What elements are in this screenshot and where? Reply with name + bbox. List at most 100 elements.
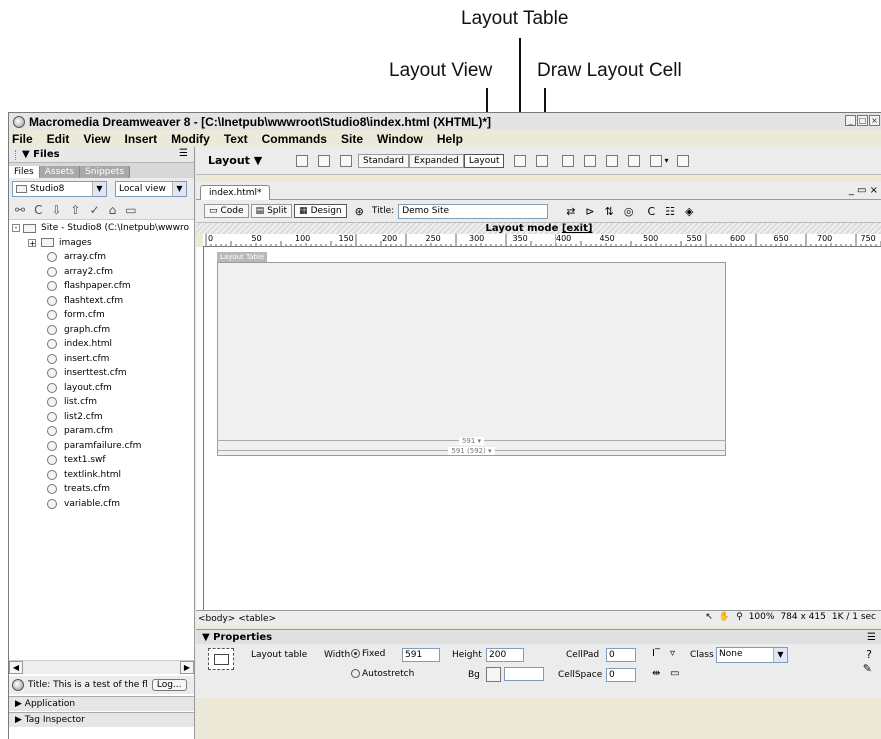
layout-mode-button[interactable]: Layout xyxy=(463,153,505,168)
chevron-down-icon[interactable]: ▼ xyxy=(92,182,106,196)
close-icon[interactable]: × xyxy=(869,115,880,126)
zoom-tool-icon[interactable]: ⚲ xyxy=(736,612,743,622)
connect-icon[interactable]: ⚯ xyxy=(15,203,25,217)
document-tab[interactable]: index.html* xyxy=(200,185,271,200)
site-select[interactable]: Studio8 ▼ xyxy=(12,181,107,197)
menu-modify[interactable]: Modify xyxy=(171,132,210,146)
remove-nesting-icon[interactable]: ▭ xyxy=(670,668,679,679)
autostretch-radio-button[interactable] xyxy=(351,669,360,678)
width-input[interactable]: 591 xyxy=(402,648,440,662)
visual-aids-icon[interactable]: ◈ xyxy=(685,205,693,218)
fixed-radio-button[interactable] xyxy=(351,649,360,658)
layout-table-icon[interactable] xyxy=(514,154,527,167)
document-title-input[interactable]: Demo Site xyxy=(398,203,549,219)
scroll-left-icon[interactable]: ◀ xyxy=(9,661,23,674)
tree-folder-images[interactable]: + images xyxy=(9,236,194,251)
tree-file[interactable]: text1.swf xyxy=(9,453,194,468)
expand-panel-icon[interactable]: ▭ xyxy=(125,203,136,217)
panel-options-icon[interactable]: ☰ xyxy=(179,148,188,159)
browser-check-icon[interactable]: ⇄ xyxy=(566,205,575,218)
application-panel[interactable]: ▶ Application xyxy=(9,696,194,711)
tree-file[interactable]: insert.cfm xyxy=(9,352,194,367)
tabular-data-icon[interactable] xyxy=(676,154,689,167)
tree-file[interactable]: array2.cfm xyxy=(9,265,194,280)
insert-row-below-icon[interactable] xyxy=(584,154,597,167)
window-size[interactable]: 784 x 415 xyxy=(780,612,825,622)
autostretch-radio[interactable]: Autostretch xyxy=(351,669,414,679)
tag-inspector-panel[interactable]: ▶ Tag Inspector xyxy=(9,712,194,727)
column-width-header[interactable]: 591 ▾ xyxy=(217,437,726,445)
menu-site[interactable]: Site xyxy=(341,132,363,146)
insert-div-icon[interactable] xyxy=(318,154,330,167)
tag-selector[interactable]: <body> <table> xyxy=(198,614,276,624)
cellpad-input[interactable]: 0 xyxy=(606,648,636,662)
tree-file[interactable]: param.cfm xyxy=(9,424,194,439)
tree-file[interactable]: paramfailure.cfm xyxy=(9,439,194,454)
tab-files[interactable]: Files xyxy=(9,166,40,178)
frames-icon[interactable] xyxy=(650,154,663,167)
tree-file[interactable]: textlink.html xyxy=(9,468,194,483)
menu-edit[interactable]: Edit xyxy=(47,132,70,146)
design-canvas[interactable]: Layout Table 591 ▾ 591 (592) ▾ xyxy=(204,247,881,610)
tree-file[interactable]: flashpaper.cfm xyxy=(9,279,194,294)
minimize-icon[interactable]: _ xyxy=(845,115,856,126)
panel-grip-icon[interactable] xyxy=(15,149,18,160)
draw-ap-div-icon[interactable] xyxy=(340,154,352,167)
preview-browser-icon[interactable]: ◎ xyxy=(624,205,634,218)
autostretch-spacer-icon[interactable]: ⇹ xyxy=(652,668,660,679)
clear-heights-icon[interactable]: I‾ xyxy=(652,648,660,659)
document-window-controls[interactable]: _ ▭ × xyxy=(849,185,878,196)
tree-file[interactable]: layout.cfm xyxy=(9,381,194,396)
menu-help[interactable]: Help xyxy=(437,132,463,146)
tree-file[interactable]: array.cfm xyxy=(9,250,194,265)
tree-file[interactable]: inserttest.cfm xyxy=(9,366,194,381)
log-button[interactable]: Log... xyxy=(151,679,187,691)
file-management-icon[interactable]: ⇅ xyxy=(605,205,614,218)
frames-dropdown-icon[interactable]: ▾ xyxy=(664,156,668,165)
zoom-level[interactable]: 100% xyxy=(749,612,775,622)
tree-file[interactable]: flashtext.cfm xyxy=(9,294,194,309)
layout-table[interactable] xyxy=(217,262,726,456)
exit-layout-mode-link[interactable]: [exit] xyxy=(562,223,593,234)
horizontal-ruler[interactable]: 0 50 100 150 200 250 300 350 400 450 500 550 600 650 7… xyxy=(203,234,881,247)
expand-icon[interactable]: + xyxy=(28,238,36,247)
design-view-button[interactable]: ▦ Design xyxy=(294,204,347,218)
check-out-icon[interactable]: ✓ xyxy=(90,203,100,217)
chevron-down-icon[interactable]: ▼ xyxy=(172,182,186,196)
split-view-button[interactable]: ▤ Split xyxy=(250,204,293,218)
menu-window[interactable]: Window xyxy=(377,132,423,146)
tree-file[interactable]: list.cfm xyxy=(9,395,194,410)
quick-tag-editor-icon[interactable]: ✎ xyxy=(863,662,872,675)
view-select[interactable]: Local view ▼ xyxy=(115,181,187,197)
insert-row-above-icon[interactable] xyxy=(562,154,575,167)
tree-root[interactable]: - Site - Studio8 (C:\Inetpub\wwwro xyxy=(9,221,194,236)
check-in-icon[interactable]: ⌂ xyxy=(109,203,117,217)
code-view-button[interactable]: ▭ Code xyxy=(204,204,249,218)
class-select[interactable]: None ▼ xyxy=(716,647,788,663)
expanded-mode-button[interactable]: Expanded xyxy=(408,153,464,168)
menu-insert[interactable]: Insert xyxy=(124,132,157,146)
table-icon[interactable] xyxy=(296,154,308,167)
collapse-icon[interactable]: - xyxy=(12,224,20,233)
tree-file[interactable]: graph.cfm xyxy=(9,323,194,338)
tree-file[interactable]: index.html xyxy=(9,337,194,352)
vertical-ruler[interactable] xyxy=(196,247,204,610)
height-input[interactable]: 200 xyxy=(486,648,524,662)
refresh-design-icon[interactable]: C xyxy=(647,205,655,218)
tab-snippets[interactable]: Snippets xyxy=(80,166,131,178)
maximize-icon[interactable]: □ xyxy=(857,115,868,126)
files-horizontal-scrollbar[interactable]: ◀ ▶ xyxy=(9,660,194,674)
standard-mode-button[interactable]: Standard xyxy=(358,153,409,168)
insert-column-left-icon[interactable] xyxy=(606,154,619,167)
chevron-down-icon[interactable]: ▼ xyxy=(773,648,787,662)
get-files-icon[interactable]: ⇩ xyxy=(51,203,61,217)
bg-color-swatch[interactable] xyxy=(486,667,501,682)
files-panel-header[interactable]: ▼ Files ☰ xyxy=(9,147,194,163)
scroll-right-icon[interactable]: ▶ xyxy=(180,661,194,674)
cellspace-input[interactable]: 0 xyxy=(606,668,636,682)
insert-category-dropdown[interactable]: Layout ▼ xyxy=(208,154,280,167)
tree-file[interactable]: variable.cfm xyxy=(9,497,194,512)
tree-file[interactable]: form.cfm xyxy=(9,308,194,323)
draw-layout-cell-icon[interactable] xyxy=(536,154,549,167)
menu-file[interactable]: File xyxy=(12,132,33,146)
